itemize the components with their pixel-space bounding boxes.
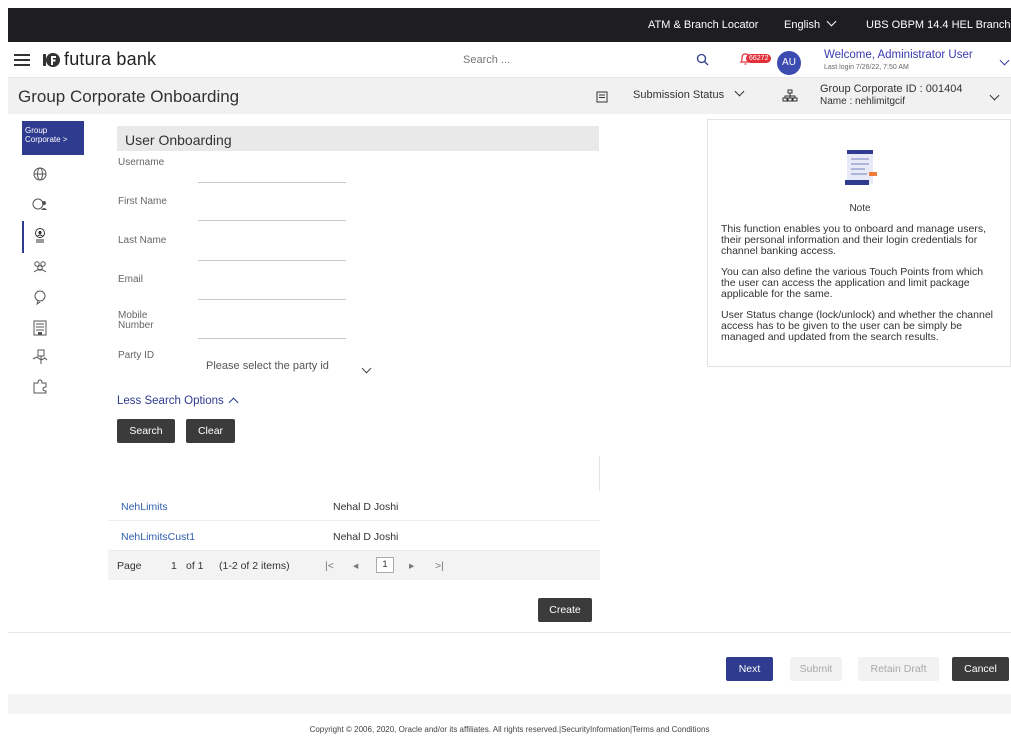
clear-button[interactable]: Clear [186,419,235,443]
avatar[interactable]: AU [777,51,801,75]
divider [8,632,1011,633]
note-paragraph: This function enables you to onboard and… [721,223,987,257]
note-paragraph: You can also define the various Touch Po… [721,266,984,300]
items-count: (1-2 of 2 items) [219,560,290,572]
chevron-up-icon [228,397,239,408]
username-link[interactable]: NehLimitsCust1 [121,531,195,543]
current-page-box[interactable]: 1 [376,557,394,573]
lightbulb-icon[interactable] [32,289,48,305]
user-badge-icon[interactable] [32,227,48,243]
submission-status-dropdown[interactable]: Submission Status [633,86,745,101]
note-panel: Note This function enables you to onboar… [707,119,1011,367]
next-page-button[interactable]: ▸ [409,560,414,572]
chevron-down-icon[interactable] [361,362,372,380]
footer-copyright: Copyright © 2006, 2020, Oracle and/or it… [309,725,710,734]
notification-badge[interactable]: 66272 [746,54,772,63]
username-field[interactable] [198,182,346,183]
chevron-down-icon [826,16,837,27]
email-label: Email [118,274,144,285]
left-nav: Group Corporate > [22,121,84,394]
email-field[interactable] [198,299,346,300]
create-button[interactable]: Create [538,598,592,622]
prev-page-button[interactable]: ◂ [353,560,358,572]
pagination: Page 1 of 1 (1-2 of 2 items) |< ◂ 1 ▸ >| [108,551,600,580]
note-document-icon [845,150,877,185]
branch-selector[interactable]: UBS OBPM 14.4 HEL Branch [866,19,1011,31]
last-page-button[interactable]: >| [435,560,444,572]
party-id-select[interactable]: Please select the party id [206,360,329,372]
hamburger-menu-icon[interactable] [14,54,30,66]
language-label: English [784,19,821,31]
user-group-icon[interactable] [32,258,48,274]
branch-label: UBS OBPM 14.4 HEL Branch [866,19,1011,31]
chevron-down-icon[interactable] [989,89,1000,107]
chevron-down-icon [734,86,745,97]
page-title: Group Corporate Onboarding [18,87,240,106]
nav-selection-indicator [22,221,24,253]
cancel-button[interactable]: Cancel [952,657,1009,681]
top-bar: ATM & Branch Locator English UBS OBPM 14… [8,8,1011,42]
page-label: Page [117,560,142,572]
globe-icon[interactable] [32,166,48,182]
retain-draft-button[interactable]: Retain Draft [858,657,939,681]
page-of-label: of 1 [186,560,204,572]
users-globe-icon[interactable] [32,196,48,212]
bank-name: futura bank [64,49,157,69]
note-title: Note [849,203,871,214]
username-link[interactable]: NehLimits [121,501,168,513]
org-chart-icon [782,89,798,102]
last-name-field[interactable] [198,260,346,261]
nav-label-line2: Corporate > [25,135,68,144]
group-corporate-id: Group Corporate ID : 001404 [820,83,963,95]
next-button[interactable]: Next [726,657,773,681]
section-title: User Onboarding [125,132,232,148]
footer-band [8,694,1011,714]
chevron-down-icon[interactable] [999,54,1010,72]
page-number: 1 [171,560,177,572]
mobile-label-line2: Number [118,320,154,331]
search-button[interactable]: Search [117,419,175,443]
building-icon[interactable] [32,320,48,336]
user-full-name: Nehal D Joshi [333,501,399,513]
less-search-options-label: Less Search Options [117,395,224,407]
puzzle-icon[interactable] [32,378,48,394]
user-full-name: Nehal D Joshi [333,531,399,543]
table-row: NehLimitsCust1 Nehal D Joshi [108,521,600,551]
username-label: Username [118,157,165,168]
party-id-label: Party ID [118,350,155,361]
first-page-button[interactable]: |< [325,560,334,572]
submit-button[interactable]: Submit [790,657,842,681]
less-search-options-link[interactable]: Less Search Options [117,395,239,408]
nav-label-line1: Group [25,126,48,135]
handshake-icon[interactable] [32,349,48,365]
atm-branch-locator-link[interactable]: ATM & Branch Locator [648,19,758,31]
section-header: User Onboarding [117,126,599,151]
header: futura bank 66272 AU Welcome, Administra… [8,42,1011,78]
group-corporate-name: Name : nehlimitgcif [820,96,906,107]
search-input[interactable] [463,51,673,69]
document-icon [596,91,608,103]
search-box [463,51,715,71]
nav-item-group-corporate[interactable]: Group Corporate > [22,121,84,155]
search-icon[interactable] [696,53,709,66]
welcome-user[interactable]: Welcome, Administrator User [824,49,973,61]
page-header: Group Corporate Onboarding Submission St… [8,78,1011,114]
bank-logo-icon [43,53,60,67]
table-row: NehLimits Nehal D Joshi [108,491,600,521]
submission-status-label: Submission Status [633,89,725,101]
language-selector[interactable]: English [784,16,837,31]
last-login: Last login 7/26/22, 7:50 AM [824,64,909,71]
app-frame: ATM & Branch Locator English UBS OBPM 14… [8,8,1011,753]
mobile-number-field[interactable] [198,338,346,339]
note-paragraph: User Status change (lock/unlock) and whe… [721,309,993,343]
first-name-label: First Name [118,196,167,207]
first-name-field[interactable] [198,220,346,221]
last-name-label: Last Name [118,235,167,246]
